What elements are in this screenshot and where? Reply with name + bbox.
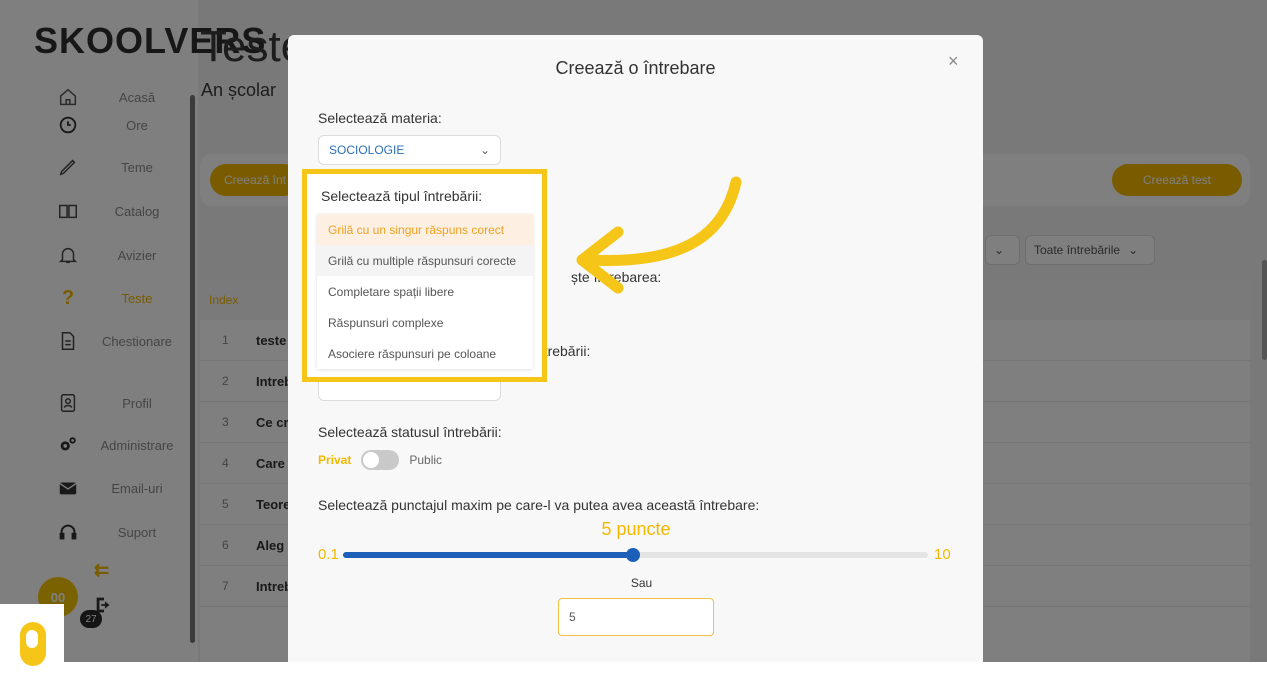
slider-fill [343, 552, 633, 558]
question-type-option[interactable]: Completare spații libere [317, 276, 533, 307]
bottom-bar [0, 662, 1267, 686]
close-icon[interactable]: × [948, 51, 959, 72]
app-frame: SKOOLVERS Acasă Ore Teme Catalog Avizier… [0, 0, 1267, 662]
status-label: Selectează statusul întrebării: [318, 424, 502, 440]
question-type-option[interactable]: Răspunsuri complexe [317, 307, 533, 338]
or-label: Sau [630, 576, 653, 590]
points-slider[interactable] [343, 548, 928, 562]
subject-label: Selectează materia: [318, 110, 442, 126]
slider-min: 0.1 [318, 546, 339, 563]
points-label: Selectează punctajul maxim pe care-l va … [318, 497, 760, 513]
chevron-down-icon: ⌄ [479, 143, 490, 157]
subject-select[interactable]: SOCIOLOGIE ⌄ [318, 135, 501, 165]
slider-max: 10 [934, 546, 951, 563]
question-type-dropdown: Grilă cu un singur răspuns corect Grilă … [317, 214, 533, 369]
status-toggle-row: Privat Public [318, 450, 442, 470]
status-public-label: Public [409, 453, 443, 467]
points-input[interactable]: 5 [558, 598, 714, 636]
status-toggle[interactable] [361, 450, 400, 470]
slider-thumb[interactable] [625, 548, 640, 562]
question-type-option[interactable]: Grilă cu un singur răspuns corect [317, 214, 533, 245]
app-corner-logo [0, 604, 64, 686]
pointer-arrow-icon [576, 176, 742, 294]
question-type-option[interactable]: Grilă cu multiple răspunsuri corecte [317, 245, 533, 276]
question-type-highlight: Selectează tipul întrebării: Grilă cu un… [302, 169, 547, 382]
status-private-label: Privat [318, 453, 352, 467]
question-type-option[interactable]: Asociere răspunsuri pe coloane [317, 338, 533, 369]
subject-value: SOCIOLOGIE [329, 143, 405, 157]
points-display: 5 puncte [601, 519, 671, 539]
modal-title: Creează o întrebare [555, 58, 716, 78]
question-type-label: Selectează tipul întrebării: [321, 188, 483, 204]
